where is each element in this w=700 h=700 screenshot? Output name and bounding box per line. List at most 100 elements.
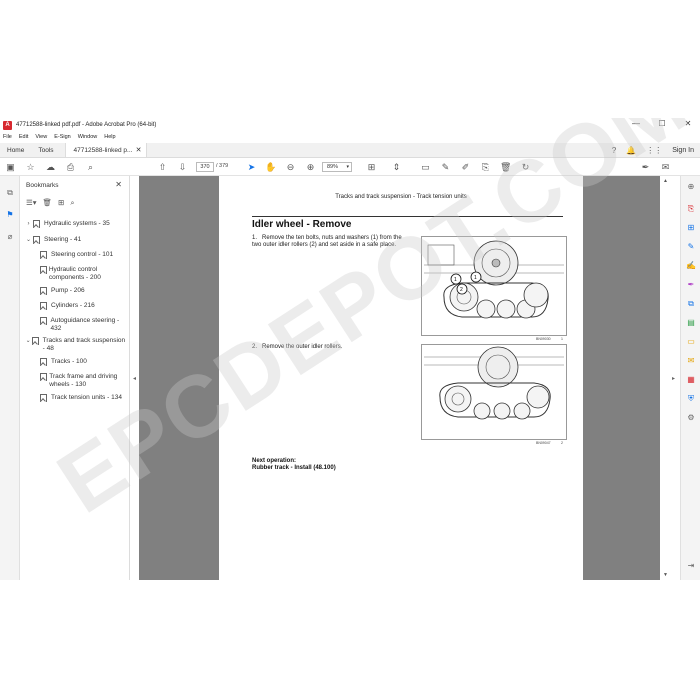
figure-1-index: 1: [561, 337, 563, 341]
bookmark-autoguidance-steering[interactable]: Autoguidance steering - 432: [39, 317, 125, 333]
apps-grid-icon[interactable]: ⋮⋮: [646, 146, 662, 155]
maximize-button[interactable]: ☐: [656, 119, 668, 128]
bookmark-hydraulic-systems[interactable]: › Hydraulic systems - 35: [25, 220, 125, 228]
fill-sign-icon[interactable]: ✒: [640, 162, 651, 173]
organize-pages-icon[interactable]: ▤: [686, 318, 696, 328]
step-number: 2.: [252, 344, 258, 350]
comment-tool-icon[interactable]: ▭: [686, 337, 696, 347]
chevron-down-icon[interactable]: ⌄: [25, 337, 31, 345]
create-pdf-icon[interactable]: ⊞: [686, 223, 696, 233]
toolbar: ▣ ☆ ☁ ⎙ ⌕ ⇧ ⇩ 370 / 379 ➤ ✋ ⊖ ⊕ 89% ▾ ⊞ …: [0, 159, 700, 176]
figure-1-code: BN09030: [536, 337, 551, 341]
request-signature-icon[interactable]: ✍: [686, 261, 696, 271]
vertical-scrollbar[interactable]: ▲ ▼: [662, 176, 670, 580]
bookmark-label: Pump - 206: [51, 287, 85, 294]
stamp-icon[interactable]: ⎘: [480, 162, 491, 173]
fill-sign-tool-icon[interactable]: ✒: [686, 280, 696, 290]
export-pdf-icon[interactable]: ⎘: [686, 204, 696, 214]
scroll-up-icon[interactable]: ▲: [663, 178, 668, 184]
next-operation-link[interactable]: Rubber track - Install (48.100): [252, 465, 336, 472]
title-bar: A 47712588-linked pdf.pdf - Adobe Acroba…: [0, 118, 700, 132]
select-cursor-icon[interactable]: ➤: [246, 162, 257, 173]
bookmark-panel-icon[interactable]: ⚑: [5, 210, 15, 220]
idler-roller-drawing: [424, 346, 564, 437]
protect-icon[interactable]: ⛨: [686, 394, 696, 404]
bookmark-steering-control[interactable]: Steering control - 101: [39, 251, 127, 259]
bookmark-tracks[interactable]: Tracks - 100: [39, 358, 127, 366]
bookmark-hydraulic-control-components[interactable]: Hydraulic control components - 200: [39, 266, 114, 282]
scroll-down-icon[interactable]: ▼: [663, 572, 668, 578]
draw-icon[interactable]: ✐: [460, 162, 471, 173]
highlight-pen-icon[interactable]: ✎: [440, 162, 451, 173]
bookmark-label: Autoguidance steering - 432: [50, 317, 120, 332]
comment-icon[interactable]: ▭: [420, 162, 431, 173]
hand-tool-icon[interactable]: ✋: [265, 162, 276, 173]
close-window-button[interactable]: ✕: [682, 119, 694, 128]
upload-cloud-icon[interactable]: ☁: [45, 162, 56, 173]
fit-page-icon[interactable]: ⊞: [366, 162, 377, 173]
collapse-panel-icon[interactable]: ◂: [133, 375, 136, 382]
chevron-down-icon: ▾: [346, 164, 349, 170]
bookmark-tracks-suspension[interactable]: ⌄ Tracks and track suspension - 48: [25, 337, 128, 353]
bookmark-track-frame[interactable]: Track frame and driving wheels - 130: [39, 373, 125, 389]
expand-tools-icon[interactable]: ▸: [672, 375, 675, 382]
sign-in-button[interactable]: Sign In: [672, 147, 694, 154]
minimize-button[interactable]: —: [630, 119, 642, 128]
collapse-rail-icon[interactable]: ⇥: [686, 561, 696, 571]
edit-pdf-icon[interactable]: ✎: [686, 242, 696, 252]
document-viewport[interactable]: Tracks and track suspension - Track tens…: [139, 176, 660, 580]
more-tools-icon[interactable]: ⚙: [686, 413, 696, 423]
send-comments-icon[interactable]: ✉: [686, 356, 696, 366]
bookmark-cylinders[interactable]: Cylinders - 216: [39, 302, 127, 310]
zoom-in-icon[interactable]: ⊕: [305, 162, 316, 173]
page-down-icon[interactable]: ⇩: [177, 162, 188, 173]
bell-icon[interactable]: 🔔: [626, 146, 636, 155]
bookmark-track-tension-units[interactable]: Track tension units - 134: [39, 394, 127, 402]
page-number-input[interactable]: 370: [196, 162, 214, 172]
redact-icon[interactable]: ▦: [686, 375, 696, 385]
attachment-icon[interactable]: ⌀: [5, 232, 15, 242]
new-bookmark-icon[interactable]: ⊞: [58, 198, 64, 208]
menu-esign[interactable]: E-Sign: [54, 134, 71, 140]
close-panel-icon[interactable]: ✕: [115, 180, 122, 189]
star-icon[interactable]: ☆: [25, 162, 36, 173]
delete-icon[interactable]: 🗑: [500, 162, 511, 173]
chevron-down-icon[interactable]: ⌄: [25, 236, 32, 244]
bookmark-icon: [40, 358, 47, 366]
rotate-icon[interactable]: ↻: [520, 162, 531, 173]
bookmarks-panel: Bookmarks ✕ ☰▾ 🗑 ⊞ ⌕ › Hydraulic systems…: [20, 176, 130, 580]
print-icon[interactable]: ⎙: [65, 162, 76, 173]
menu-view[interactable]: View: [35, 134, 47, 140]
bookmark-steering[interactable]: ⌄ Steering - 41: [25, 236, 125, 244]
menu-window[interactable]: Window: [78, 134, 98, 140]
tab-document[interactable]: 47712588-linked p... ✕: [64, 143, 147, 158]
zoom-out-icon[interactable]: ⊖: [285, 162, 296, 173]
page-up-icon[interactable]: ⇧: [157, 162, 168, 173]
chevron-right-icon[interactable]: ›: [25, 220, 32, 228]
zoom-value: 89%: [327, 164, 339, 170]
bookmarks-title: Bookmarks: [26, 182, 59, 189]
save-icon[interactable]: ▣: [5, 162, 16, 173]
tab-tools[interactable]: Tools: [31, 143, 60, 157]
share-mail-icon[interactable]: ✉: [660, 162, 671, 173]
tab-close-icon[interactable]: ✕: [136, 143, 142, 158]
zoom-search-icon[interactable]: ⊕: [686, 182, 696, 192]
scroll-mode-icon[interactable]: ⇕: [391, 162, 402, 173]
menu-edit[interactable]: Edit: [19, 134, 28, 140]
page-total: / 379: [216, 163, 229, 169]
find-bookmark-icon[interactable]: ⌕: [70, 198, 74, 208]
bookmark-icon: [40, 251, 47, 259]
step-1: 1. Remove the ten bolts, nuts and washers…: [252, 235, 412, 249]
tab-home[interactable]: Home: [0, 143, 31, 157]
delete-bookmark-icon[interactable]: 🗑: [43, 198, 53, 208]
help-icon[interactable]: ?: [612, 146, 616, 155]
menu-help[interactable]: Help: [104, 134, 115, 140]
search-icon[interactable]: ⌕: [85, 162, 96, 173]
figure-2-index: 2: [561, 441, 563, 445]
page-thumbnails-icon[interactable]: ⧉: [5, 188, 15, 198]
zoom-select[interactable]: 89% ▾: [322, 162, 352, 172]
combine-files-icon[interactable]: ⧉: [686, 299, 696, 309]
options-menu-icon[interactable]: ☰▾: [26, 198, 37, 208]
bookmark-pump[interactable]: Pump - 206: [39, 287, 127, 295]
menu-file[interactable]: File: [3, 134, 12, 140]
